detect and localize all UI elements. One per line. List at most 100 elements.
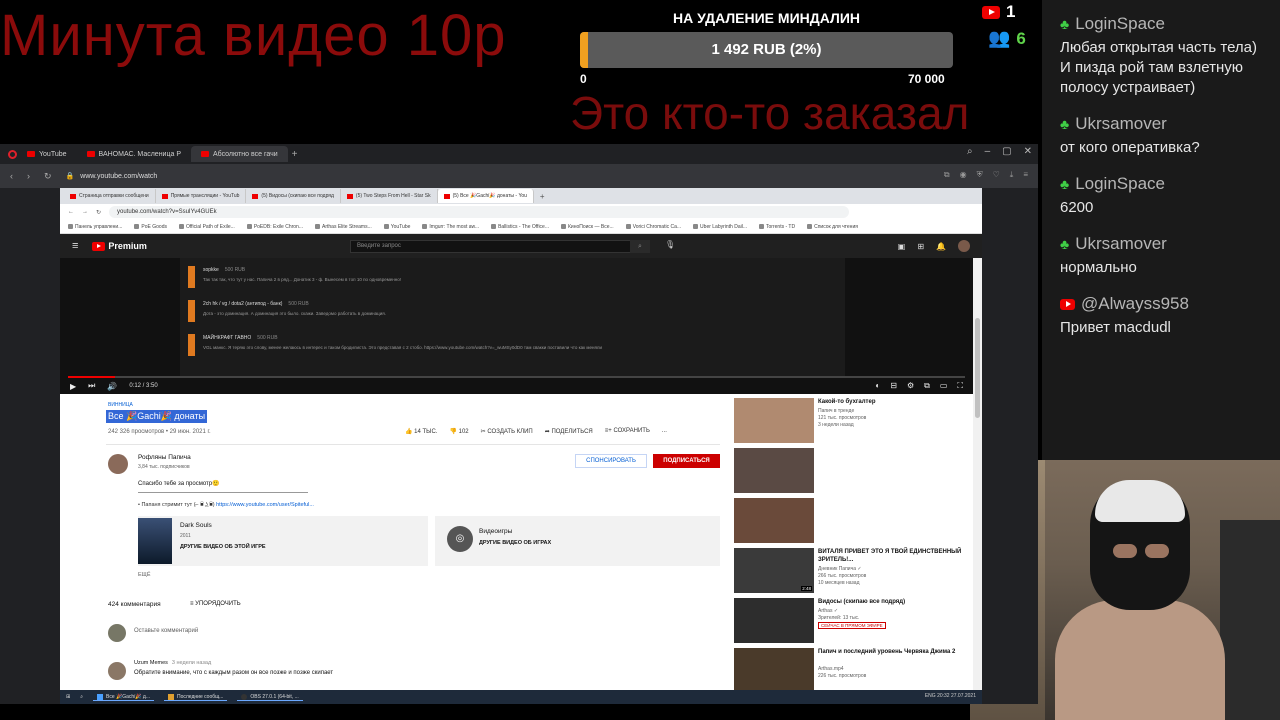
recommendation-item[interactable]: Какой-то бухгалтер Папич в тренде 121 тыс.… (734, 398, 982, 446)
play-icon[interactable]: ▶ (70, 382, 76, 391)
outer-tab-active[interactable]: Абсолютно все гачи (190, 146, 288, 162)
theater-mode-icon[interactable]: ▭ (940, 381, 948, 391)
camera-icon[interactable]: ◉ (960, 170, 967, 180)
recommendation-item[interactable]: 2:48 ВИТАЛЯ ПРИВЕТ ЭТО Я ТВОЙ ЕДИНСТВЕННЫ… (734, 548, 982, 596)
recommendation-title[interactable]: ВИТАЛЯ ПРИВЕТ ЭТО Я ТВОЙ ЕДИНСТВЕННЫЙ ЗР… (818, 548, 978, 564)
video-location[interactable]: ВИННИЦА (108, 402, 133, 408)
menu-icon[interactable]: ≡ (1023, 170, 1028, 180)
bookmark[interactable]: КиноПоиск — Все... (561, 224, 614, 230)
clip-button[interactable]: ✂ СОЗДАТЬ КЛИП (481, 428, 533, 435)
back-icon[interactable]: ← (68, 209, 74, 215)
new-tab-icon[interactable]: + (292, 149, 298, 160)
category-videos-link[interactable]: ДРУГИЕ ВИДЕО ОБ ИГРАХ (479, 540, 551, 546)
microphone-icon[interactable]: 🎙 (665, 240, 675, 249)
apps-grid-icon[interactable]: ⊞ (917, 242, 924, 251)
bookmark[interactable]: Official Path of Exile... (178, 224, 235, 230)
bookmark[interactable]: PoE Goods (134, 224, 167, 230)
recommendation-thumbnail[interactable] (734, 648, 814, 693)
taskbar-item[interactable]: Все 🎉Gachi🎉 д... (93, 693, 155, 701)
extension-icon[interactable]: ⧉ (944, 170, 950, 180)
search-input[interactable]: Введите запрос (350, 240, 650, 253)
bookmark[interactable]: Uber Labyrinth Dail... (693, 224, 747, 230)
bookmark[interactable]: Arthas Elite Streams... (315, 224, 372, 230)
minimize-icon[interactable]: – (985, 146, 991, 157)
recommendation-thumbnail[interactable] (734, 598, 814, 643)
channel-avatar[interactable] (108, 454, 128, 474)
taskbar-item[interactable]: Последние сообщ... (164, 693, 228, 701)
inner-tab-active[interactable]: (5) Все 🎉Gachi🎉 донаты - You (437, 189, 534, 203)
account-avatar[interactable] (958, 240, 970, 252)
recommendation-item[interactable] (734, 448, 982, 496)
forward-icon[interactable]: → (82, 209, 88, 215)
inner-tab[interactable]: Страница отправки сообщени (64, 189, 156, 203)
channel-name[interactable]: Рофляны Папича (138, 454, 191, 461)
bookmark[interactable]: Ballistics - The Office... (491, 224, 549, 230)
recommendation-item[interactable]: Видосы (скипаю все подряд) Arthas ✓ Зрител… (734, 598, 982, 646)
maximize-icon[interactable]: ▢ (1002, 146, 1011, 157)
close-icon[interactable]: ✕ (1024, 146, 1032, 157)
save-button[interactable]: ≡+ СОХРАНИТЬ (605, 428, 650, 435)
subtitles-icon[interactable]: ⊟ (890, 381, 897, 391)
recommendation-thumbnail[interactable] (734, 398, 814, 443)
scrollbar[interactable] (973, 258, 982, 704)
new-tab-icon[interactable]: + (540, 192, 545, 201)
reload-icon[interactable]: ↻ (44, 171, 52, 182)
scrollbar-thumb[interactable] (975, 318, 980, 418)
create-video-icon[interactable]: ▣ (898, 242, 906, 251)
dislike-button[interactable]: 👎 102 (449, 428, 468, 435)
video-player[interactable]: sopkke 500 RUB Так так так, что тут у нас… (60, 258, 973, 394)
game-card[interactable]: Dark Souls 2011 ДРУГИЕ ВИДЕО ОБ ЭТОЙ ИГР… (138, 516, 428, 566)
opera-icon[interactable] (8, 149, 17, 159)
outer-tab[interactable]: YouTube (17, 146, 77, 162)
search-icon[interactable]: ⌕ (80, 694, 83, 700)
bookmark[interactable]: PoEDB: Exile Chron... (246, 224, 303, 230)
search-button[interactable]: ⌕ (630, 240, 650, 253)
youtube-logo[interactable]: Premium (92, 241, 147, 251)
game-videos-link[interactable]: ДРУГИЕ ВИДЕО ОБ ЭТОЙ ИГРЕ (180, 544, 266, 550)
recommendation-title[interactable]: Папич и последний уровень Червяка Джима … (818, 648, 978, 656)
bookmark[interactable]: Vorici Chromatic Ca... (625, 224, 681, 230)
back-icon[interactable]: ‹ (10, 171, 13, 181)
category-card[interactable]: ◎ Видеоигры ДРУГИЕ ВИДЕО ОБ ИГРАХ (435, 516, 720, 566)
outer-tab[interactable]: ВАНОМАС. Масленица Р (77, 146, 191, 162)
miniplayer-icon[interactable]: ⧉ (924, 381, 930, 391)
volume-icon[interactable]: 🔊 (107, 382, 117, 391)
subscribe-button[interactable]: ПОДПИСАТЬСЯ (653, 454, 720, 468)
sort-comments-button[interactable]: ≡ УПОРЯДОЧИТЬ (190, 601, 241, 607)
bookmark[interactable]: Список для чтения (807, 224, 858, 230)
shield-icon[interactable]: ⛨ (977, 170, 983, 180)
inner-url-field[interactable]: youtube.com/watch?v=SsuIYv4GUEk (109, 206, 850, 218)
download-icon[interactable]: ⤓ (1010, 170, 1014, 180)
recommendation-item[interactable] (734, 498, 982, 546)
recommendation-item[interactable]: Папич и последний уровень Червяка Джима … (734, 648, 982, 696)
recommendation-title[interactable]: Какой-то бухгалтер (818, 398, 978, 406)
bookmark[interactable]: Панель управлени... (68, 224, 122, 230)
bookmark[interactable]: Torrents - TD (759, 224, 795, 230)
autoplay-toggle-icon[interactable]: ◐ (875, 381, 880, 391)
bookmark[interactable]: YouTube (383, 224, 410, 230)
windows-start-icon[interactable]: ⊞ (66, 694, 70, 700)
show-more-link[interactable]: ЕЩЁ (138, 572, 151, 578)
inner-tab[interactable]: (5) Two Steps From Hell - Star Sk (341, 189, 438, 203)
next-icon[interactable]: ⏭ (88, 381, 95, 391)
notifications-bell-icon[interactable]: 🔔 (936, 242, 946, 251)
more-actions-button[interactable]: ... (662, 428, 667, 435)
share-button[interactable]: ➦ ПОДЕЛИТЬСЯ (545, 428, 593, 435)
reload-icon[interactable]: ↻ (96, 209, 101, 216)
comment-input[interactable]: Оставьте комментарий (134, 628, 198, 634)
inner-tab[interactable]: Прямые трансляции - YouTub (156, 189, 247, 203)
description-link[interactable]: https://www.youtube.com/user/Spiteful... (216, 502, 314, 508)
fullscreen-icon[interactable]: ⛶ (957, 381, 963, 391)
commenter-avatar[interactable] (108, 662, 126, 680)
outer-url-field[interactable]: 🔒 www.youtube.com/watch (66, 172, 158, 181)
hamburger-menu-icon[interactable]: ≡ (72, 240, 78, 252)
sponsor-button[interactable]: СПОНСИРОВАТЬ (575, 454, 647, 468)
bookmark[interactable]: Imgurr: The most aw... (422, 224, 479, 230)
settings-gear-icon[interactable]: ⚙ (907, 381, 914, 391)
forward-icon[interactable]: › (27, 171, 30, 181)
comment-author[interactable]: Uzum Memes (134, 660, 168, 666)
recommendation-thumbnail[interactable] (734, 448, 814, 493)
recommendation-title[interactable]: Видосы (скипаю все подряд) (818, 598, 978, 606)
inner-tab[interactable]: (5) Видосы (скипаю все подряд (246, 189, 341, 203)
heart-icon[interactable]: ♡ (993, 170, 1000, 180)
